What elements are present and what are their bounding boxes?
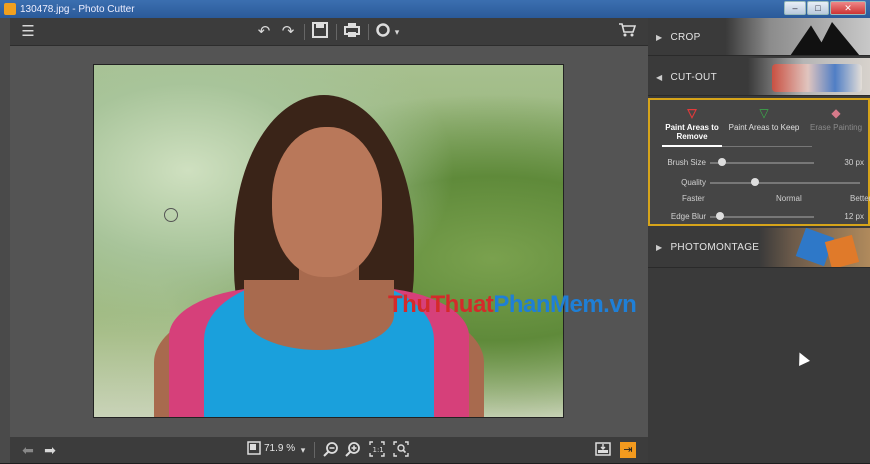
quality-slider[interactable]	[710, 182, 860, 184]
section-cutout-label: ◀ CUT-OUT	[656, 72, 717, 83]
menu-icon[interactable]: ☰	[18, 22, 38, 42]
red-brush-icon: ▽	[687, 106, 697, 120]
top-toolbar: ☰ ↶ ↷ ▾	[10, 18, 648, 46]
green-brush-icon: ▽	[759, 106, 769, 120]
exit-icon[interactable]: ⇥	[620, 442, 636, 458]
edge-blur-value: 12 px	[844, 212, 864, 221]
section-crop-label: ▶ CROP	[656, 32, 701, 43]
photo-face	[272, 127, 382, 277]
brush-size-label: Brush Size	[667, 158, 706, 167]
section-cutout[interactable]: ◀ CUT-OUT	[648, 58, 870, 96]
collapse-arrow-icon: ◀	[656, 73, 663, 82]
quality-mid-label: Normal	[776, 194, 802, 203]
quality-label: Quality	[681, 178, 706, 187]
zoom-out-icon[interactable]	[322, 441, 340, 459]
back-arrow-icon[interactable]: ⬅	[20, 441, 36, 459]
zoom-value[interactable]: 71.9 %	[264, 443, 295, 454]
section-crop[interactable]: ▶ CROP	[648, 18, 870, 56]
tool-keep-label: Paint Areas to Keep	[728, 123, 800, 132]
brush-size-row: Brush Size 30 px	[650, 156, 868, 170]
close-button[interactable]: ✕	[830, 1, 866, 15]
zoom-caret-icon[interactable]: ▾	[298, 441, 308, 459]
brush-size-knob[interactable]	[718, 158, 727, 166]
print-icon[interactable]	[342, 22, 362, 42]
app-icon	[4, 3, 16, 15]
right-panel: ▶ CROP ◀ CUT-OUT ▽ Paint Areas to Remove ▽…	[648, 18, 870, 463]
bottom-divider	[314, 442, 315, 458]
edge-blur-slider[interactable]	[710, 216, 814, 218]
brush-cursor-icon	[164, 208, 178, 222]
maximize-button[interactable]: □	[807, 1, 829, 15]
title-bar: 130478.jpg - Photo Cutter – □ ✕	[0, 0, 870, 18]
tool-paint-keep[interactable]: ▽ Paint Areas to Keep	[726, 104, 802, 132]
cart-icon[interactable]	[616, 22, 638, 42]
toolbar-divider	[304, 24, 305, 40]
actual-size-icon[interactable]: 1:1	[368, 441, 386, 459]
window-controls: – □ ✕	[784, 1, 866, 15]
toolbar-divider	[368, 24, 369, 40]
watermark-part1: ThuThuat	[388, 291, 494, 318]
zoom-fit-icon[interactable]	[392, 441, 410, 459]
tool-remove-label: Paint Areas to Remove	[665, 123, 719, 141]
zoom-in-icon[interactable]	[344, 441, 362, 459]
cutout-label-text: CUT-OUT	[670, 72, 717, 83]
eraser-icon: ◆	[831, 106, 841, 120]
tool-erase-painting[interactable]: ◆ Erase Painting	[798, 104, 870, 132]
crop-thumbnail	[790, 22, 860, 55]
photomontage-label-text: PHOTOMONTAGE	[670, 242, 760, 253]
quality-max-label: Better	[850, 194, 870, 203]
crop-label-text: CROP	[670, 32, 701, 43]
fit-icon[interactable]	[246, 441, 262, 459]
toolbar-divider	[336, 24, 337, 40]
undo-icon[interactable]: ↶	[254, 22, 274, 42]
redo-icon[interactable]: ↷	[278, 22, 298, 42]
watermark-text: ThuThuatPhanMem.vn	[388, 291, 637, 319]
expand-arrow-icon: ▶	[656, 243, 663, 252]
photo-image[interactable]	[93, 64, 564, 418]
edge-blur-label: Edge Blur	[670, 212, 706, 221]
quality-knob[interactable]	[751, 178, 759, 186]
watermark-part2: PhanMem.vn	[493, 291, 637, 318]
section-photomontage[interactable]: ▶ PHOTOMONTAGE	[648, 228, 870, 268]
quality-min-label: Faster	[682, 194, 705, 203]
settings-icon[interactable]	[374, 22, 392, 42]
bottom-toolbar: ⬅ ➡ 71.9 % ▾ 1:1 ⇥	[10, 437, 648, 463]
save-icon[interactable]	[310, 22, 330, 42]
settings-caret-icon[interactable]: ▾	[392, 22, 402, 42]
forward-arrow-icon[interactable]: ➡	[42, 441, 58, 459]
brush-size-value: 30 px	[844, 158, 864, 167]
expand-arrow-icon: ▶	[656, 33, 663, 42]
tool-paint-remove[interactable]: ▽ Paint Areas to Remove	[654, 104, 730, 141]
edge-blur-row: Edge Blur 12 px	[650, 210, 868, 224]
minimize-button[interactable]: –	[784, 1, 806, 15]
quality-row: Quality	[650, 176, 868, 190]
window-title: 130478.jpg - Photo Cutter	[20, 3, 135, 15]
cutout-options: ▽ Paint Areas to Remove ▽ Paint Areas to…	[648, 98, 870, 226]
export-icon[interactable]	[594, 441, 612, 459]
photomontage-tile-orange	[824, 234, 860, 267]
svg-text:1:1: 1:1	[373, 446, 384, 454]
section-photomontage-label: ▶ PHOTOMONTAGE	[656, 242, 759, 253]
canvas-area[interactable]	[10, 46, 648, 437]
edge-blur-knob[interactable]	[716, 212, 725, 220]
active-tool-indicator	[662, 145, 722, 147]
tool-erase-label: Erase Painting	[809, 123, 863, 132]
cutout-thumbnail	[772, 64, 862, 92]
photo-cutter-window: 130478.jpg - Photo Cutter – □ ✕ ☰ ↶ ↷ ▾	[0, 0, 870, 463]
